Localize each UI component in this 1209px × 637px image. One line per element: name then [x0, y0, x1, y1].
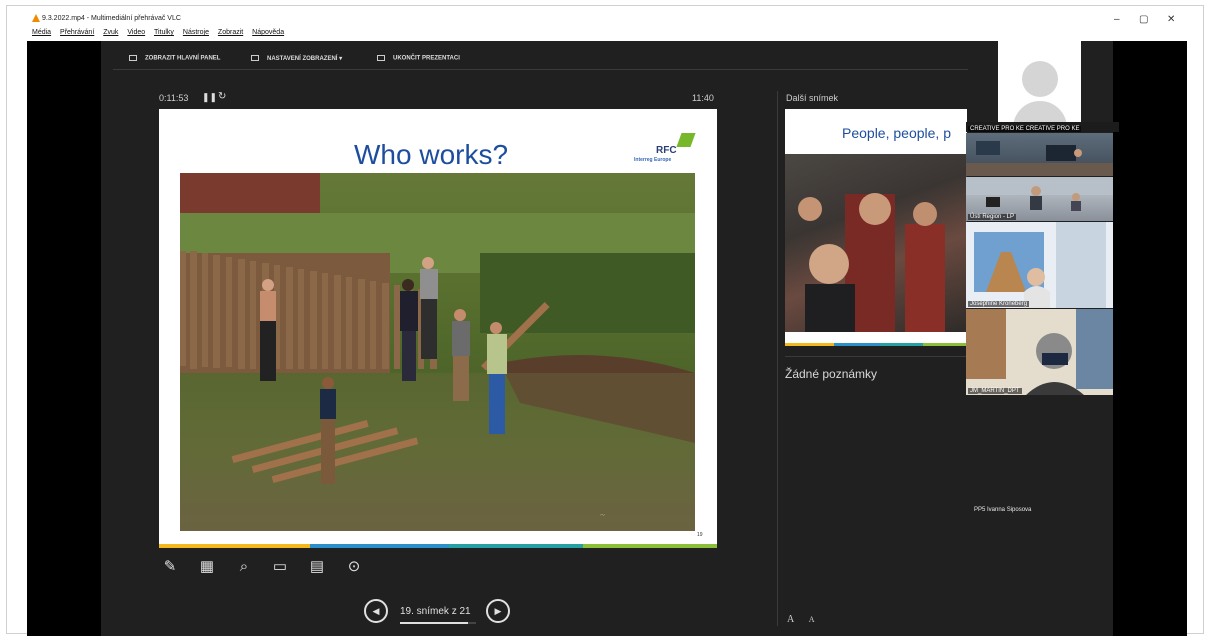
vlc-window: 9.3.2022.mp4 - Multimediální přehrávač V…: [6, 5, 1204, 636]
josephine-video: [966, 222, 1113, 308]
menu-video[interactable]: Video: [127, 29, 145, 36]
slide-bar-segment-yellow: [159, 544, 310, 548]
clock: 11:40: [692, 93, 714, 103]
menu-tools[interactable]: Nástroje: [183, 29, 209, 36]
taskbar-icon: [129, 55, 137, 61]
participant-name-ivanna: PP5 Ivanna Siposova: [974, 507, 1032, 513]
participant-tile-meeting-room[interactable]: [966, 133, 1113, 176]
participant-name: JM_MARTIN_DPT: [968, 388, 1022, 394]
previous-slide-button[interactable]: ◀: [364, 599, 388, 623]
see-all-slides-icon[interactable]: ▦: [196, 556, 218, 578]
current-slide: Who works? RFC Interreg Europe ~ 19: [159, 109, 717, 547]
participant-tile-usti-region[interactable]: Ústí Region - LP: [966, 177, 1113, 221]
more-options-icon[interactable]: ⊙: [343, 556, 365, 578]
toolbar-divider: [113, 69, 968, 70]
slide-color-bar: [159, 544, 717, 548]
display-settings-button[interactable]: NASTAVENÍ ZOBRAZENÍ ▾: [251, 55, 342, 62]
next-bar-segment-green: [923, 343, 967, 346]
avatar-head-icon: [1022, 61, 1058, 97]
participant-tile-josephine[interactable]: Josephine Kroneberg: [966, 222, 1113, 308]
speaker-notes: Žádné poznámky: [785, 367, 878, 381]
next-bar-segment-blue: [834, 343, 880, 346]
group-selfie-illustration: [798, 193, 945, 332]
window-title: 9.3.2022.mp4 - Multimediální přehrávač V…: [42, 15, 181, 22]
participant-name: Ústí Region - LP: [968, 214, 1017, 220]
presenter-view: ZOBRAZIT HLAVNÍ PANEL NASTAVENÍ ZOBRAZEN…: [101, 41, 1113, 636]
rfc-logo-subtitle: Interreg Europe: [634, 157, 672, 163]
subtitles-icon[interactable]: ▤: [306, 556, 328, 578]
participant-name: Josephine Kroneberg: [968, 301, 1030, 307]
participants-panel: CREATIVE PRO KE CREATIVE PRO KE Ústí Reg…: [966, 41, 1119, 636]
jm-martin-video: [966, 309, 1113, 395]
end-show-icon: [377, 55, 385, 61]
next-slide-title: People, people, p: [842, 125, 951, 141]
zoom-icon[interactable]: ⌕: [233, 556, 255, 578]
slide-bar-segment-green: [583, 544, 717, 548]
menu-subtitles[interactable]: Titulky: [154, 29, 174, 36]
rfc-logo-text: RFC: [656, 145, 677, 156]
show-taskbar-button[interactable]: ZOBRAZIT HLAVNÍ PANEL: [129, 55, 220, 62]
menu-media[interactable]: Média: [32, 29, 51, 36]
menu-help[interactable]: Nápověda: [252, 29, 284, 36]
elapsed-timer: 0:11:53: [159, 93, 189, 103]
pen-icon[interactable]: ✎: [159, 556, 181, 578]
group-selfie-photo: [785, 154, 967, 332]
title-bar: 9.3.2022.mp4 - Multimediální přehrávač V…: [7, 6, 1203, 28]
panel-divider: [777, 91, 778, 626]
close-button[interactable]: ✕: [1167, 14, 1175, 25]
minimize-button[interactable]: –: [1114, 14, 1120, 25]
workers-photo-illustration: ~: [180, 173, 695, 531]
show-taskbar-label: ZOBRAZIT HLAVNÍ PANEL: [145, 55, 221, 62]
next-slide-color-bar: [785, 343, 967, 346]
next-bar-segment-yellow: [785, 343, 835, 346]
restart-icon[interactable]: ↻: [218, 91, 226, 102]
slide-bar-segment-blue: [309, 544, 450, 548]
next-slide-preview[interactable]: People, people, p: [785, 109, 967, 345]
menu-audio[interactable]: Zvuk: [103, 29, 118, 36]
svg-text:~: ~: [600, 510, 605, 520]
slide-progress-fill: [400, 622, 468, 624]
participant-tile-creative[interactable]: CREATIVE PRO KE CREATIVE PRO KE: [966, 122, 1119, 132]
vlc-cone-icon: [32, 14, 40, 22]
notes-divider: [785, 356, 967, 357]
black-screen-icon[interactable]: ▭: [269, 556, 291, 578]
slide-page-number: 19: [697, 532, 703, 538]
slide-title: Who works?: [354, 139, 509, 170]
workers-photo: ~: [180, 173, 695, 531]
end-show-label: UKONČIT PREZENTACI: [393, 55, 460, 62]
maximize-button[interactable]: ▢: [1139, 14, 1148, 25]
video-area[interactable]: ZOBRAZIT HLAVNÍ PANEL NASTAVENÍ ZOBRAZEN…: [27, 41, 1187, 636]
display-settings-label: NASTAVENÍ ZOBRAZENÍ ▾: [267, 56, 343, 62]
menu-playback[interactable]: Přehrávání: [60, 29, 94, 36]
pause-icon[interactable]: ❚❚: [202, 92, 217, 103]
next-slide-label: Další snímek: [786, 93, 839, 103]
menu-bar: Média Přehrávání Zvuk Video Titulky Nást…: [32, 29, 291, 41]
next-slide-button[interactable]: ▶: [486, 599, 510, 623]
font-size-controls: A A: [787, 614, 827, 625]
participant-tile-jm-martin[interactable]: JM_MARTIN_DPT: [966, 309, 1113, 395]
participant-name: CREATIVE PRO KE CREATIVE PRO KE: [968, 126, 1082, 132]
meeting-room-video: [966, 141, 1113, 176]
next-bar-segment-teal: [879, 343, 924, 346]
participant-avatar-tile[interactable]: [998, 41, 1081, 131]
slide-counter[interactable]: 19. snímek z 21: [400, 606, 471, 617]
increase-font-button[interactable]: A: [787, 614, 794, 625]
decrease-font-button[interactable]: A: [809, 615, 815, 624]
end-show-button[interactable]: UKONČIT PREZENTACI: [377, 55, 460, 62]
rfc-logo-mark: [676, 133, 696, 147]
slide-bar-segment-teal: [449, 544, 584, 548]
display-icon: [251, 55, 259, 62]
menu-view[interactable]: Zobrazit: [218, 29, 243, 36]
